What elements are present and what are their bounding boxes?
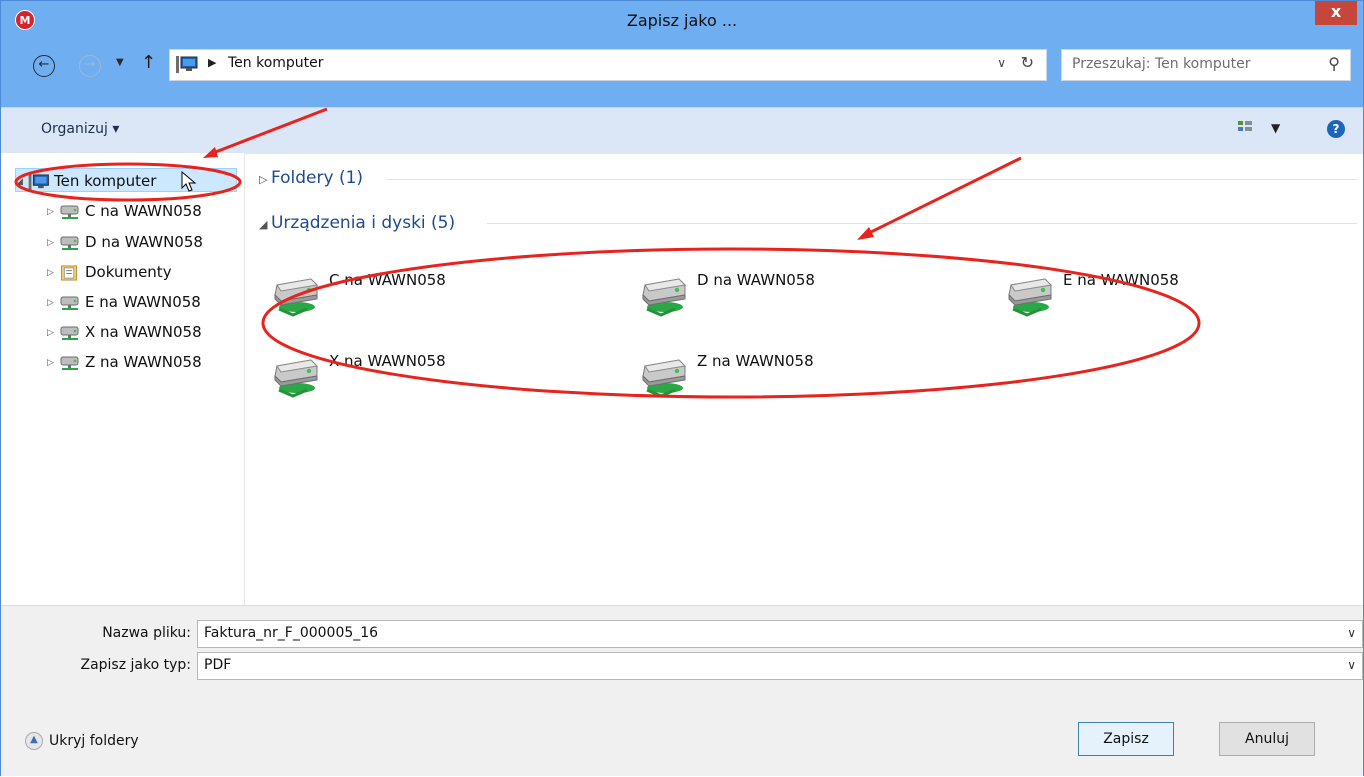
up-arrow-icon[interactable]: ↑ [141,52,156,73]
tree-item-label: X na WAWN058 [85,323,202,341]
dialog-title: Zapisz jako ... [626,11,738,30]
tree-item-label: D na WAWN058 [85,233,203,251]
tree-item-label: Ten komputer [54,172,157,190]
documents-folder-icon [59,265,81,281]
address-history-dropdown-icon[interactable]: ∨ [997,56,1006,70]
network-drive-icon [1001,269,1063,317]
network-drive-icon [59,235,81,251]
cancel-button[interactable]: Anuluj [1219,722,1315,756]
filetype-select[interactable]: PDF ∨ [197,652,1363,680]
refresh-icon[interactable]: ↻ [1021,53,1034,72]
save-as-dialog: M Zapisz jako ... x ← → ▼ ↑ ▶ Ten komput… [0,0,1364,776]
expanded-triangle-icon[interactable]: ◢ [259,218,271,231]
search-input[interactable]: Przeszukaj: Ten komputer ⚲ [1061,49,1351,81]
network-drive-icon [59,325,81,341]
tree-item-x-drive[interactable]: ▷ X na WAWN058 [47,320,202,344]
network-drive-icon [59,355,81,371]
title-bar: M Zapisz jako ... x [1,1,1363,41]
tree-item-label: C na WAWN058 [85,202,202,220]
drive-tile-c[interactable]: C na WAWN058 [267,269,567,319]
save-form-area: Nazwa pliku: Faktura_nr_F_000005_16 ∨ Za… [1,605,1363,776]
network-drive-icon [59,295,81,311]
collapsed-triangle-icon[interactable]: ▷ [47,231,59,255]
search-icon[interactable]: ⚲ [1328,54,1340,73]
collapsed-triangle-icon[interactable]: ▷ [47,291,59,315]
filename-label: Nazwa pliku: [102,625,191,641]
tree-item-d-drive[interactable]: ▷ D na WAWN058 [47,230,203,254]
group-label: Foldery (1) [270,168,364,188]
collapsed-triangle-icon[interactable]: ▷ [259,173,271,186]
search-placeholder[interactable]: Przeszukaj: Ten komputer [1072,56,1250,72]
drive-tile-e[interactable]: E na WAWN058 [1001,269,1301,319]
navigation-bar: ← → ▼ ↑ ▶ Ten komputer ∨ ↻ Przeszukaj: T… [1,41,1363,107]
drive-tile-d[interactable]: D na WAWN058 [635,269,935,319]
collapsed-triangle-icon[interactable]: ▷ [47,321,59,345]
collapsed-triangle-icon[interactable]: ▷ [47,351,59,375]
tree-item-z-drive[interactable]: ▷ Z na WAWN058 [47,350,202,374]
breadcrumb-separator-icon[interactable]: ▶ [208,56,216,69]
back-arrow-icon[interactable]: ← [33,55,55,77]
drive-tile-z[interactable]: Z na WAWN058 [635,350,935,400]
help-icon[interactable]: ? [1327,120,1345,138]
group-divider [387,179,1357,180]
hide-folders-label: Ukryj foldery [49,733,139,749]
organize-menu-button[interactable]: Organizuj ▾ [41,121,119,137]
view-dropdown-icon[interactable]: ▼ [1271,121,1280,135]
chevron-down-icon[interactable]: ▼ [116,57,124,68]
tree-item-ten-komputer[interactable]: ◢ Ten komputer [15,168,237,192]
network-drive-icon [635,350,697,398]
network-drive-icon [59,204,81,220]
tree-item-label: Dokumenty [85,263,172,281]
filename-field[interactable]: Faktura_nr_F_000005_16 ∨ [197,620,1363,648]
drive-label: X na WAWN058 [329,352,446,370]
save-button[interactable]: Zapisz [1078,722,1174,756]
drive-label: Z na WAWN058 [697,352,814,370]
tree-item-c-drive[interactable]: ▷ C na WAWN058 [47,199,202,223]
mouse-cursor-icon [181,171,197,192]
forward-arrow-icon[interactable]: → [79,55,101,77]
view-options-icon[interactable] [1237,120,1253,136]
close-button[interactable]: x [1315,1,1357,25]
address-bar[interactable]: ▶ Ten komputer ∨ ↻ [169,49,1047,81]
collapse-up-icon[interactable]: ▲ [25,732,43,750]
collapsed-triangle-icon[interactable]: ▷ [47,261,59,285]
chevron-down-icon[interactable]: ∨ [1347,626,1356,640]
network-drive-icon [635,269,697,317]
expanded-triangle-icon[interactable]: ◢ [16,170,28,194]
filetype-label: Zapisz jako typ: [80,657,191,673]
group-header-devices[interactable]: ◢ Urządzenia i dyski (5) [259,211,455,235]
tree-item-label: E na WAWN058 [85,293,201,311]
drive-tile-x[interactable]: X na WAWN058 [267,350,567,400]
network-drive-icon [267,350,329,398]
drive-label: D na WAWN058 [697,271,815,289]
computer-icon [28,174,50,190]
navigation-pane: ◢ Ten komputer ▷ C na WAWN058 ▷ D na WAWN05… [1,153,245,605]
tree-item-label: Z na WAWN058 [85,353,202,371]
network-drive-icon [267,269,329,317]
filename-value[interactable]: Faktura_nr_F_000005_16 [204,625,378,641]
drive-label: C na WAWN058 [329,271,446,289]
annotation-arrow [868,156,1022,235]
tree-item-dokumenty[interactable]: ▷ Dokumenty [47,260,172,284]
breadcrumb[interactable]: Ten komputer [228,55,324,71]
computer-icon [176,56,198,73]
collapsed-triangle-icon[interactable]: ▷ [47,200,59,224]
hide-folders-toggle[interactable]: ▲ Ukryj foldery [25,732,139,750]
group-divider [487,223,1357,224]
filetype-value[interactable]: PDF [204,657,231,673]
tree-item-e-drive[interactable]: ▷ E na WAWN058 [47,290,201,314]
drive-label: E na WAWN058 [1063,271,1179,289]
group-header-folders[interactable]: ▷ Foldery (1) [259,166,363,190]
group-label: Urządzenia i dyski (5) [270,213,456,233]
command-toolbar: Organizuj ▾ ▼ ? [1,107,1363,154]
annotation-arrowhead [857,227,874,240]
chevron-down-icon[interactable]: ∨ [1347,658,1356,672]
